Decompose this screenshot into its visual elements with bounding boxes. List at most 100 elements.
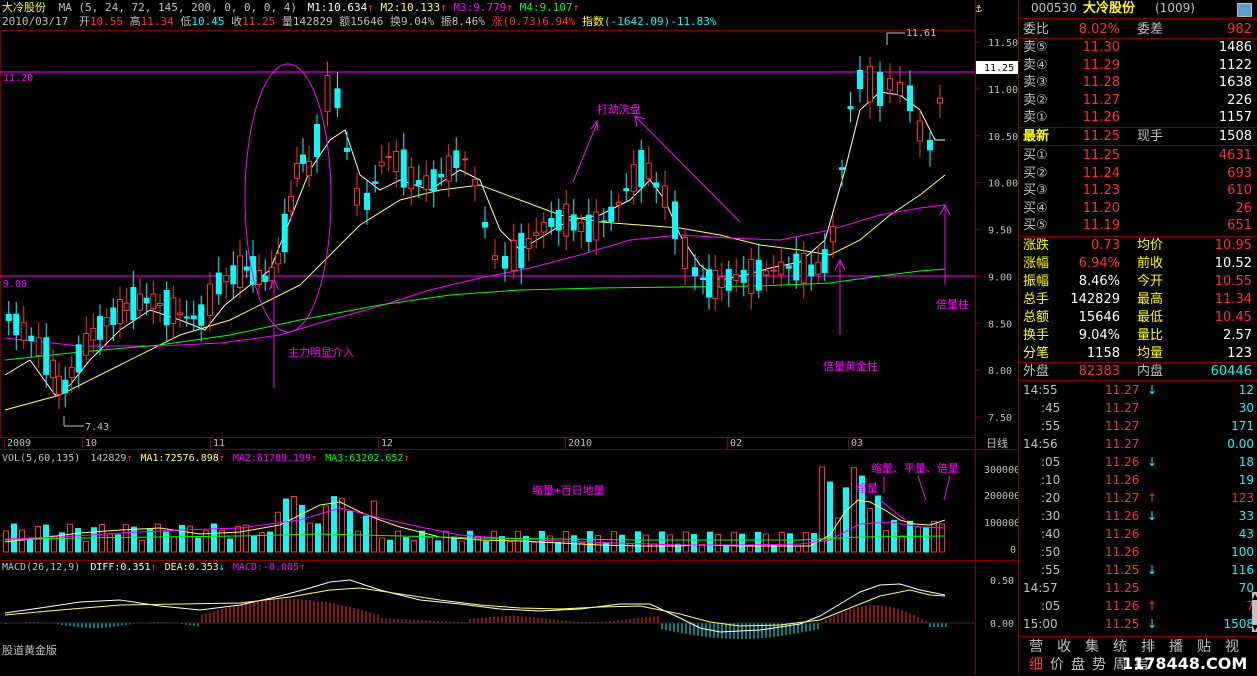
buy-order-row[interactable]: 买⑤ 11.19 651 [1019, 217, 1257, 234]
tick-scrollbar[interactable]: ▲ ▼ [1252, 592, 1257, 632]
candle-down [314, 123, 320, 157]
stat-value: 10.52 [1214, 256, 1252, 271]
market-code: (1009) [1155, 1, 1195, 15]
order-label: 卖⑤ [1023, 40, 1048, 55]
stat-value: 6.94% [1078, 256, 1120, 271]
stat-value: 10.55 [1214, 274, 1252, 289]
volume-bar-down [403, 537, 409, 553]
time-label-nov: 11 [213, 438, 225, 449]
candle-down [570, 214, 577, 231]
tick-row: :45 11.27 30 [1019, 400, 1257, 417]
nav-bottom-item[interactable]: 势 [1092, 658, 1106, 672]
buy-order-row[interactable]: 买④ 11.20 26 [1019, 200, 1257, 217]
candle-down [13, 313, 20, 336]
volume-bar-up [411, 540, 417, 553]
candle-down [143, 297, 150, 304]
volume-bar-up [867, 508, 873, 553]
site-watermark: 1178448.COM [1122, 654, 1248, 673]
nav-top-item[interactable]: 视 [1225, 640, 1239, 654]
candle-up [56, 375, 62, 396]
candle-down [793, 253, 800, 281]
outer-inner-row: 外盘 82383 内盘 60446 [1019, 362, 1257, 381]
sell-order-row[interactable]: 卖③ 11.28 1638 [1019, 74, 1257, 91]
stat-label: 涨跌 [1023, 238, 1050, 253]
price-panel-frame [0, 30, 976, 438]
candle-up [748, 258, 755, 294]
volume-bar-up [795, 545, 801, 553]
order-label: 卖③ [1023, 75, 1048, 90]
tick-time: :55 [1041, 563, 1061, 577]
tick-row: 14:55 11.27 ↓ 12 [1019, 382, 1257, 399]
sell-order-row[interactable]: 卖② 11.27 226 [1019, 92, 1257, 109]
volume-bar-down [75, 528, 81, 553]
tick-time: :05 [1041, 599, 1061, 613]
tick-list[interactable]: 14:55 11.27 ↓ 12:45 11.27 30 :55 11.27 [1019, 382, 1257, 634]
price-axis-ticks: 11.50 11.00 10.50 10.00 9.50 9.00 8.50 8.00 7.50 [975, 38, 1018, 424]
sell-order-row[interactable]: 卖④ 11.29 1122 [1019, 57, 1257, 74]
volume-bar-up [219, 529, 225, 553]
nav-top-item[interactable]: 营 [1029, 640, 1043, 654]
time-label-2010: 2010 [568, 438, 592, 449]
candle-down [344, 147, 350, 152]
volume-bar-up [395, 530, 401, 553]
volume-bar-up [883, 530, 889, 553]
order-volume: 1157 [1218, 110, 1252, 125]
volume-bar-down [227, 538, 233, 553]
nav-bottom-item[interactable]: 盘 [1071, 658, 1085, 672]
candle-up [378, 161, 385, 167]
candle-down [623, 188, 630, 192]
nav-top-item[interactable]: 集 [1085, 640, 1099, 654]
candle-down [907, 85, 913, 112]
volume-bar-up [243, 524, 249, 553]
volume-bar-up [515, 530, 521, 553]
volume-bar-up [683, 531, 689, 553]
stat-value: 123 [1227, 346, 1252, 361]
tick-volume: 19 [1238, 473, 1254, 487]
sell-order-row[interactable]: 卖⑤ 11.30 1486 [1019, 39, 1257, 56]
macd-tick-000: 0.00 [990, 619, 1014, 630]
candle-up [408, 166, 415, 190]
buy-order-row[interactable]: 买① 11.25 4631 [1019, 147, 1257, 164]
panel-toggle-icon[interactable] [1237, 3, 1252, 17]
nav-top-item[interactable]: 排 [1141, 640, 1155, 654]
buy-order-row[interactable]: 买③ 11.23 610 [1019, 182, 1257, 199]
hi-mark-label: 11.61 [906, 28, 936, 39]
period-label[interactable]: 日线 [986, 436, 1008, 450]
candle-down [847, 106, 854, 110]
nav-top-item[interactable]: 贴 [1197, 640, 1211, 654]
stat-value: 11.34 [1214, 292, 1252, 307]
buy-order-row[interactable]: 买② 11.24 693 [1019, 165, 1257, 182]
volume-bar-down [363, 515, 369, 553]
quote-panel: 000530 大冷股份 (1009) 委比 8.02% 委差 982 卖⑤ 11… [1018, 0, 1257, 675]
candle-down [692, 267, 698, 277]
lo-mark [63, 416, 84, 427]
volume-bar-down [771, 545, 777, 553]
sell-order-row[interactable]: 卖① 11.26 1157 [1019, 109, 1257, 126]
up-arrow-icon[interactable]: ▲ [1252, 592, 1257, 601]
time-label-2009: 2009 [7, 438, 31, 449]
order-price: 11.20 [1082, 200, 1120, 216]
candle-down [400, 149, 407, 188]
down-arrow-icon[interactable]: ▼ [1252, 623, 1257, 632]
nav-bottom-item[interactable]: 细 [1029, 658, 1043, 672]
candle-up [237, 255, 243, 288]
nav-top-item[interactable]: 收 [1057, 640, 1071, 654]
candle-up [510, 239, 517, 271]
candle-up [525, 238, 532, 250]
stat-label: 均价 [1137, 238, 1164, 253]
bottom-nav: 营收集统排播贴视 细价盘势周指 1178448.COM [1019, 636, 1257, 676]
candle-down [672, 201, 678, 239]
inner-value: 60446 [1210, 364, 1252, 379]
nav-top-item[interactable]: 播 [1169, 640, 1183, 654]
tick-price: 11.27 [1105, 437, 1140, 451]
candle-down [518, 232, 525, 269]
nav-top-item[interactable]: 统 [1113, 640, 1127, 654]
price-chart[interactable]: 11.20 9.00 11.50 11.00 10.50 10.00 9.50 9.00 8… [0, 0, 1018, 675]
macd-dea-line [4, 587, 946, 627]
stat-value: 1158 [1086, 346, 1120, 361]
tick-price: 11.26 [1105, 473, 1140, 487]
candle-up [170, 297, 177, 325]
price-tick-label: 9.00 [988, 272, 1012, 283]
nav-bottom-item[interactable]: 价 [1050, 658, 1064, 672]
candle-down [585, 214, 592, 242]
